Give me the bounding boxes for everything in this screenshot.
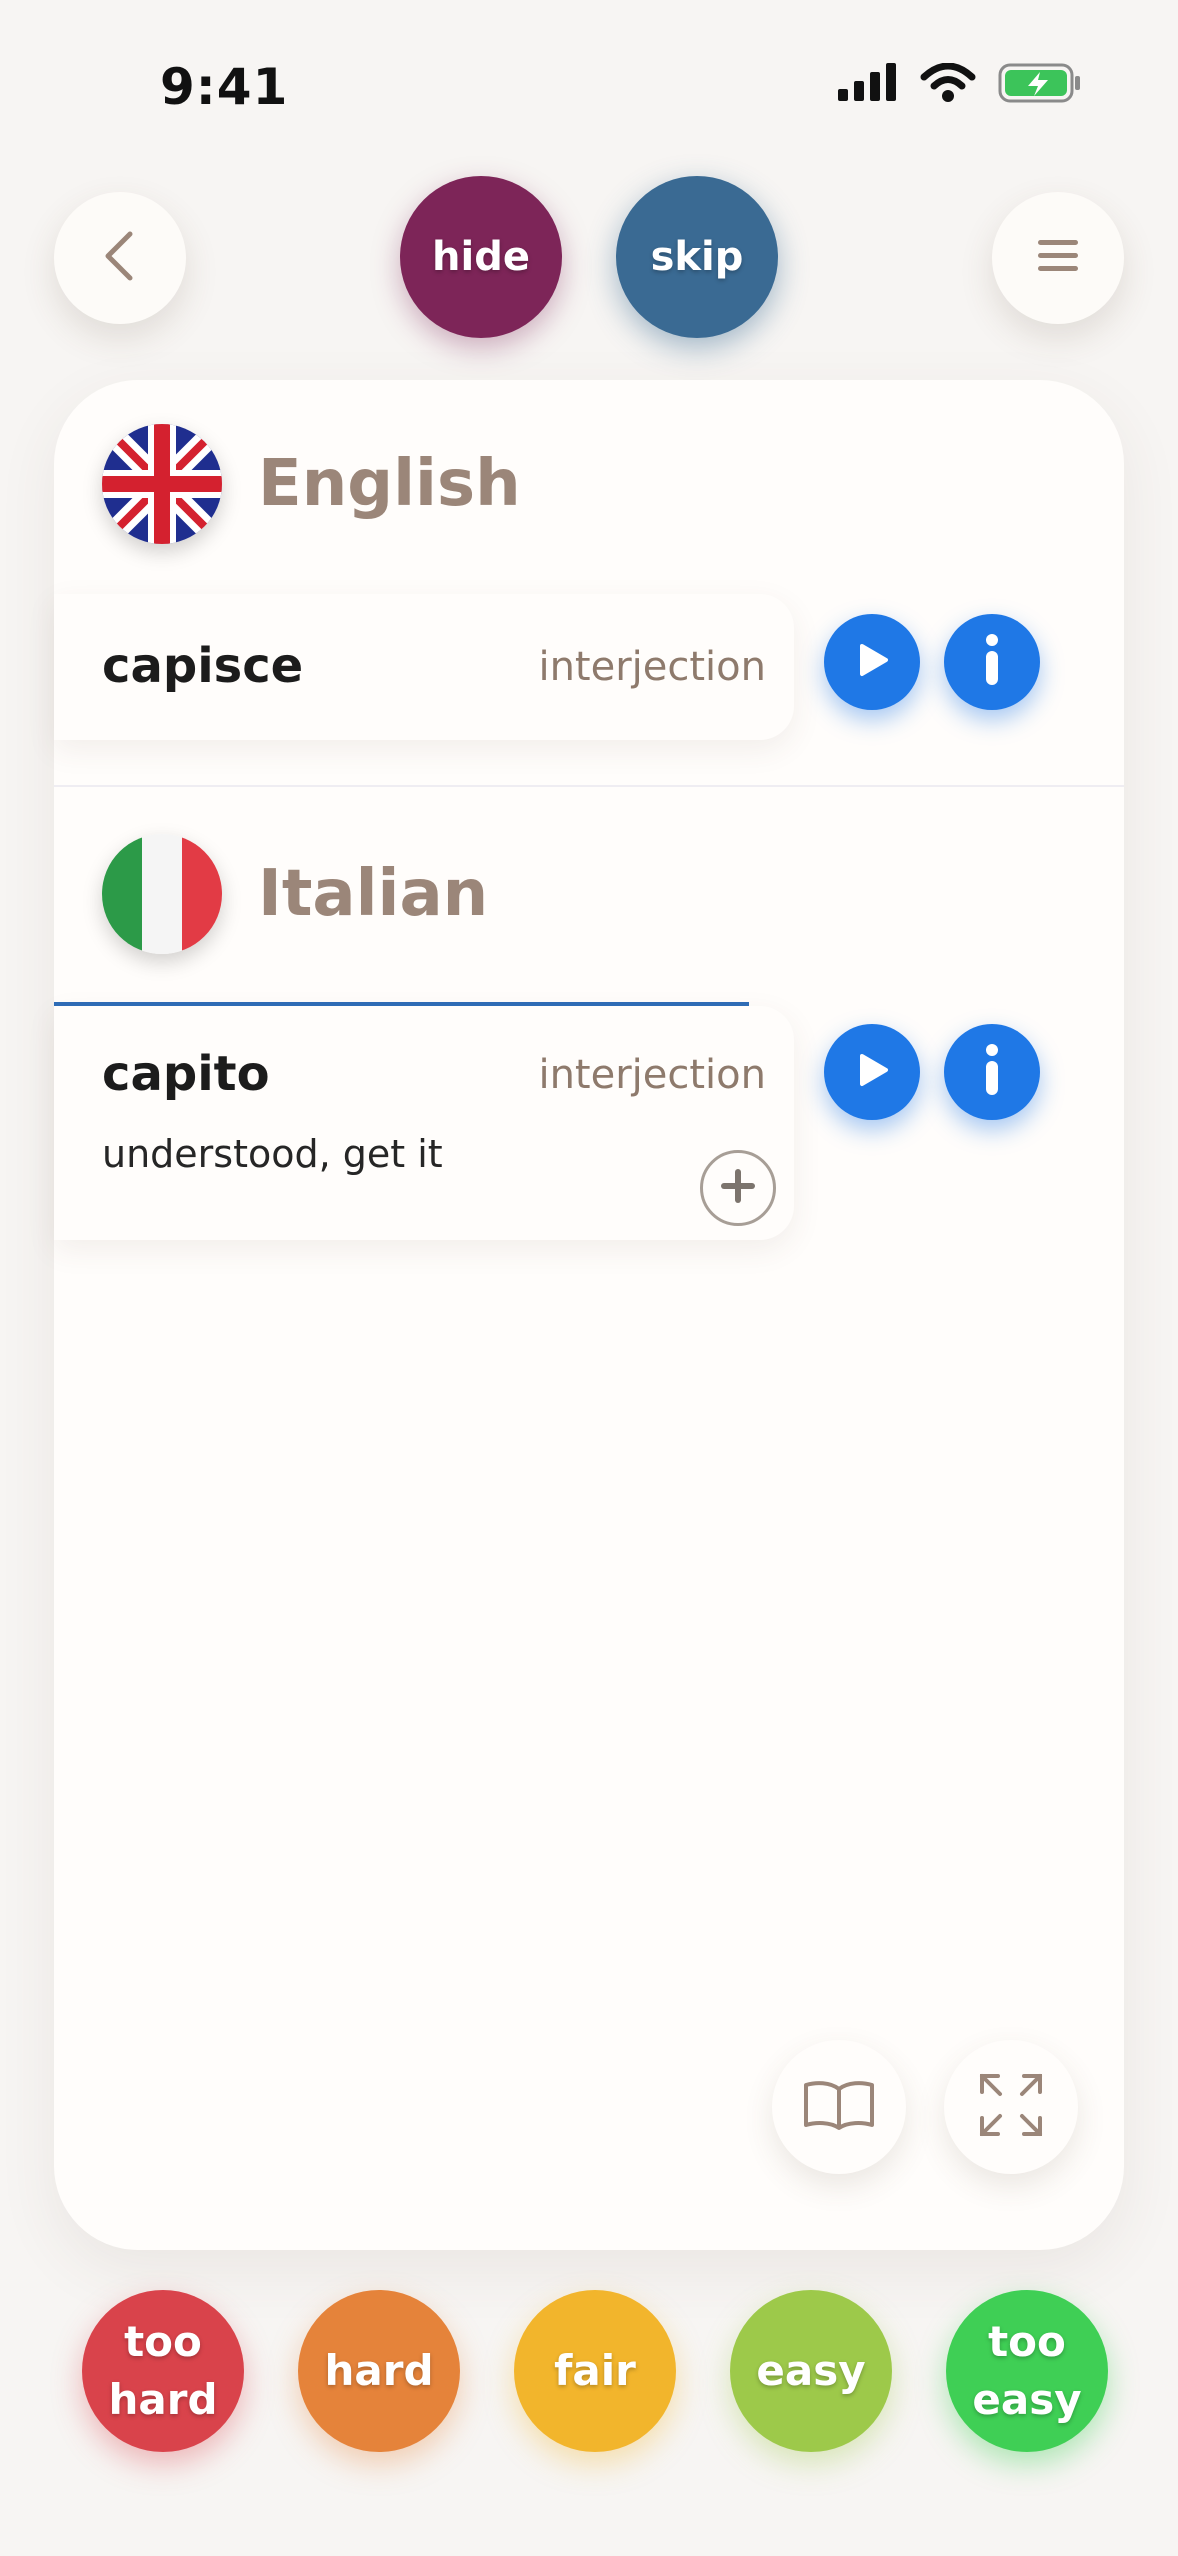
rate-hard-button[interactable]: hard [298, 2290, 460, 2452]
italian-part-of-speech: interjection [538, 1052, 766, 1098]
skip-button[interactable]: skip [616, 176, 778, 338]
battery-charging-icon [998, 62, 1082, 108]
italian-word-card[interactable]: capito interjection understood, get it [54, 1006, 794, 1240]
italian-header: Italian [102, 834, 488, 954]
play-icon [852, 640, 892, 684]
hamburger-menu-icon [1036, 236, 1080, 280]
english-play-button[interactable] [824, 614, 920, 710]
info-icon [982, 1043, 1002, 1101]
rate-too-hard-button[interactable]: too hard [82, 2290, 244, 2452]
rate-easy-label: easy [756, 2346, 866, 2395]
expand-icon [976, 2070, 1046, 2144]
english-word: capisce [102, 638, 304, 694]
wifi-icon [920, 62, 976, 107]
status-time: 9:41 [160, 58, 289, 116]
cellular-signal-icon [838, 63, 898, 107]
hide-label: hide [432, 234, 530, 280]
italian-translation: understood, get it [102, 1132, 443, 1176]
section-divider [54, 785, 1124, 787]
italian-word: capito [102, 1046, 270, 1102]
english-word-card[interactable]: capisce interjection [54, 594, 794, 740]
rate-too-easy-button[interactable]: too easy [946, 2290, 1108, 2452]
fullscreen-button[interactable] [944, 2040, 1078, 2174]
chevron-left-icon [96, 228, 144, 288]
plus-icon [719, 1167, 757, 1209]
english-language-label: English [258, 447, 521, 521]
italian-play-button[interactable] [824, 1024, 920, 1120]
uk-flag-icon [102, 424, 222, 544]
rate-fair-label: fair [554, 2346, 636, 2395]
back-button[interactable] [54, 192, 186, 324]
italian-language-label: Italian [258, 857, 489, 931]
italy-flag-icon [102, 834, 222, 954]
hide-button[interactable]: hide [400, 176, 562, 338]
info-icon [982, 633, 1002, 691]
dictionary-button[interactable] [772, 2040, 906, 2174]
add-button[interactable] [700, 1150, 776, 1226]
status-icons [838, 62, 1082, 108]
english-part-of-speech: interjection [538, 644, 766, 690]
english-info-button[interactable] [944, 614, 1040, 710]
menu-button[interactable] [992, 192, 1124, 324]
rate-too-easy-label: too easy [972, 2317, 1082, 2424]
open-book-icon [802, 2079, 876, 2135]
italian-info-button[interactable] [944, 1024, 1040, 1120]
rate-hard-label: hard [324, 2346, 434, 2395]
skip-label: skip [650, 234, 744, 280]
rate-fair-button[interactable]: fair [514, 2290, 676, 2452]
english-header: English [102, 424, 521, 544]
rate-easy-button[interactable]: easy [730, 2290, 892, 2452]
play-icon [852, 1050, 892, 1094]
flashcard: English capisce interjection Italian cap… [54, 380, 1124, 2250]
rate-too-hard-label: too hard [108, 2317, 218, 2424]
